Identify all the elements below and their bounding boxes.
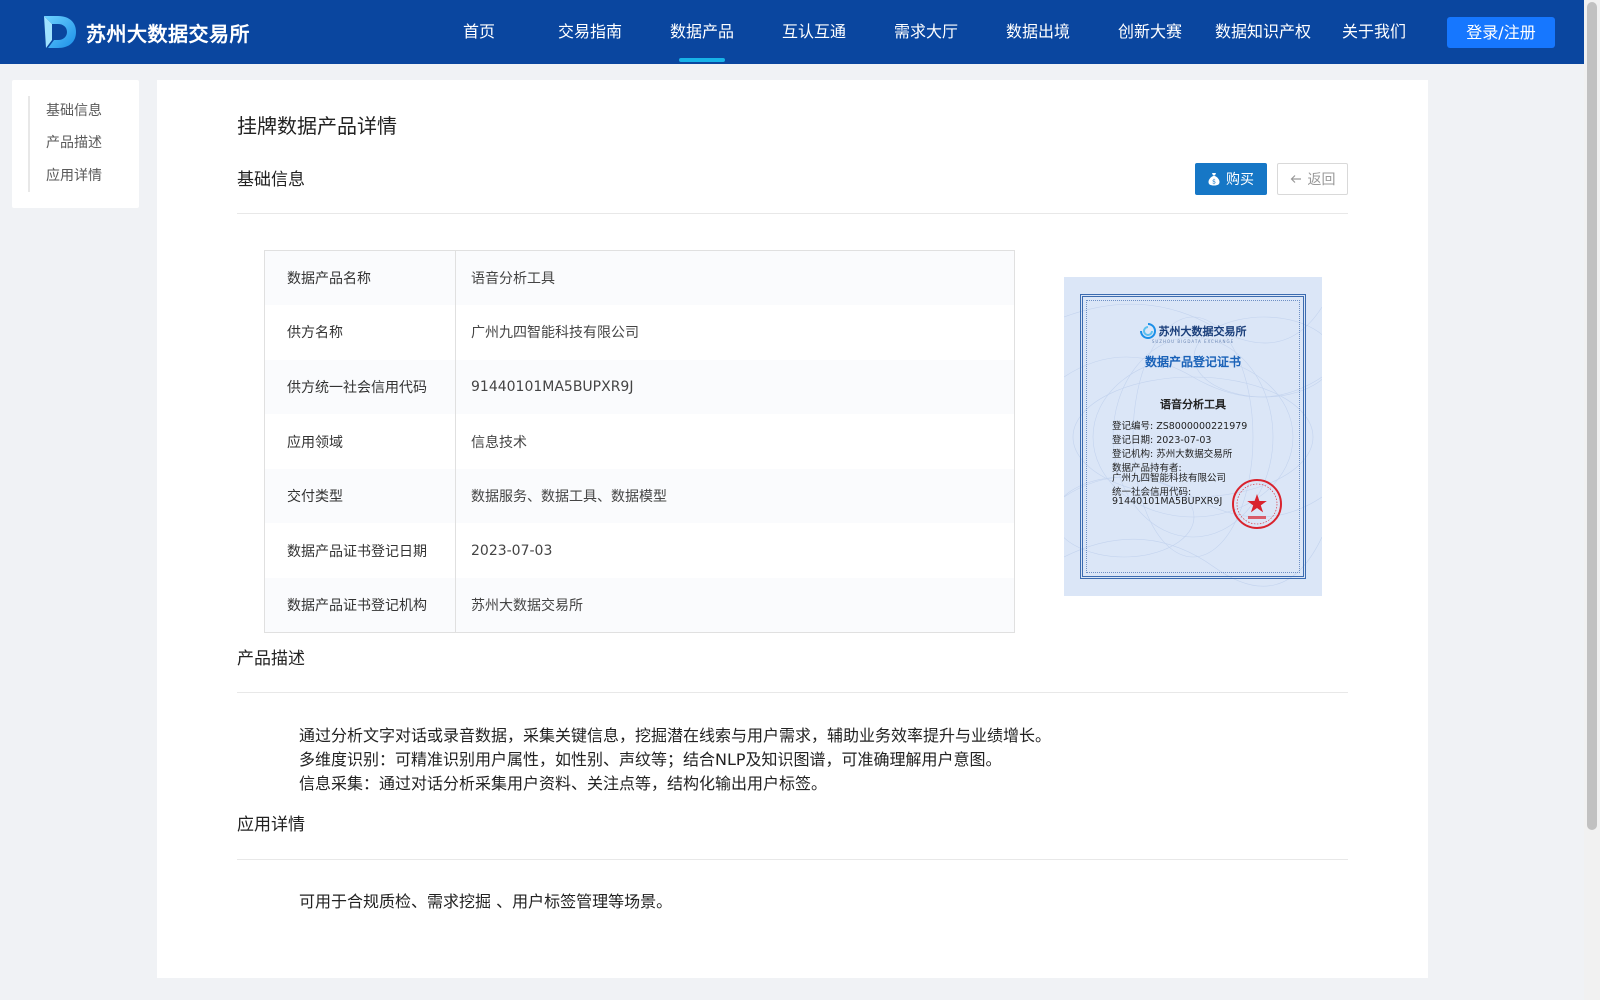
section-title-basic-info: 基础信息 bbox=[237, 170, 305, 190]
row-value: 信息技术 bbox=[471, 434, 527, 451]
arrow-left-icon bbox=[1290, 174, 1302, 184]
scrollbar-thumb[interactable] bbox=[1587, 2, 1597, 830]
row-value: 广州九四智能科技有限公司 bbox=[471, 325, 639, 342]
application-paragraph: 可用于合规质检、需求挖掘 、用户标签管理等场景。 bbox=[299, 892, 673, 911]
buy-button-label: 购买 bbox=[1226, 172, 1254, 188]
nav-item-data-products[interactable]: 数据产品 bbox=[669, 0, 735, 64]
row-label: 供方统一社会信用代码 bbox=[264, 359, 456, 415]
certificate-line: 登记编号: ZS8000000221979 bbox=[1112, 421, 1248, 432]
page-scrollbar[interactable] bbox=[1584, 0, 1600, 1000]
issuer-logo-icon bbox=[1139, 323, 1156, 339]
table-row: 数据产品证书登记日期 2023-07-03 bbox=[264, 523, 1015, 579]
nav-item-home[interactable]: 首页 bbox=[461, 0, 497, 64]
anchor-product-description[interactable]: 产品描述 bbox=[46, 132, 102, 152]
nav-item-mutual-recognition[interactable]: 互认互通 bbox=[781, 0, 847, 64]
anchor-line bbox=[28, 96, 30, 192]
table-row: 数据产品证书登记机构 苏州大数据交易所 bbox=[264, 578, 1015, 633]
brand-name: 苏州大数据交易所 bbox=[86, 21, 250, 46]
product-detail-card: 挂牌数据产品详情 基础信息 $ 购买 返回 数据产品名称 语音分析工具 供方名称… bbox=[157, 80, 1428, 978]
anchor-basic-info[interactable]: 基础信息 bbox=[46, 100, 102, 120]
table-row: 应用领域 信息技术 bbox=[264, 414, 1015, 469]
section-anchor-nav: 基础信息 产品描述 应用详情 bbox=[12, 80, 139, 208]
certificate-issuer-en: SUZHOU BIGDATA EXCHANGE bbox=[1151, 339, 1235, 344]
row-label: 数据产品证书登记机构 bbox=[264, 578, 456, 633]
row-value: 苏州大数据交易所 bbox=[455, 578, 1015, 633]
row-label: 数据产品名称 bbox=[264, 250, 456, 306]
page-title: 挂牌数据产品详情 bbox=[237, 114, 397, 138]
description-paragraph: 信息采集：通过对话分析采集用户资料、关注点等，结构化输出用户标签。 bbox=[299, 774, 828, 793]
row-label: 应用领域 bbox=[264, 414, 456, 469]
row-label: 供方名称 bbox=[264, 305, 456, 360]
certificate-title: 数据产品登记证书 bbox=[1144, 355, 1241, 369]
section-title-application-details: 应用详情 bbox=[237, 815, 305, 835]
divider bbox=[237, 692, 1348, 693]
basic-info-table: 数据产品名称 语音分析工具 供方名称 广州九四智能科技有限公司 供方统一社会信用… bbox=[264, 250, 1015, 634]
nav-item-demand-hall[interactable]: 需求大厅 bbox=[893, 0, 959, 64]
back-button[interactable]: 返回 bbox=[1277, 163, 1348, 195]
top-navigation-bar: 苏州大数据交易所 首页 交易指南 数据产品 互认互通 需求大厅 数据出境 创新大… bbox=[0, 0, 1584, 64]
row-value: 数据服务、数据工具、数据模型 bbox=[455, 468, 1015, 524]
table-row: 供方统一社会信用代码 91440101MA5BUPXR9J bbox=[264, 359, 1015, 415]
row-label: 数据产品证书登记日期 bbox=[264, 523, 456, 579]
certificate-line: 登记机构: 苏州大数据交易所 bbox=[1112, 449, 1233, 460]
section-title-product-description: 产品描述 bbox=[237, 649, 305, 669]
row-label: 交付类型 bbox=[264, 468, 456, 524]
nav-item-trading-guide[interactable]: 交易指南 bbox=[557, 0, 623, 64]
brand-logo-icon bbox=[40, 13, 78, 51]
official-seal-stamp bbox=[1232, 479, 1282, 529]
anchor-application-details[interactable]: 应用详情 bbox=[46, 165, 102, 185]
registration-certificate-image[interactable]: 苏州大数据交易所 SUZHOU BIGDATA EXCHANGE 数据产品登记证… bbox=[1064, 277, 1322, 596]
nav-item-about-us[interactable]: 关于我们 bbox=[1341, 0, 1407, 64]
divider bbox=[237, 859, 1348, 860]
row-value: 91440101MA5BUPXR9J bbox=[455, 359, 1015, 415]
brand-logo[interactable]: 苏州大数据交易所 bbox=[40, 13, 250, 51]
table-row: 交付类型 数据服务、数据工具、数据模型 bbox=[264, 468, 1015, 524]
nav-item-innovation-contest[interactable]: 创新大赛 bbox=[1117, 0, 1183, 64]
divider bbox=[237, 213, 1348, 214]
row-value: 2023-07-03 bbox=[471, 542, 553, 559]
buy-button[interactable]: $ 购买 bbox=[1195, 163, 1267, 195]
certificate-product-name: 语音分析工具 bbox=[1160, 398, 1226, 411]
certificate-issuer: 苏州大数据交易所 bbox=[1064, 323, 1322, 339]
nav-item-data-export[interactable]: 数据出境 bbox=[1005, 0, 1071, 64]
table-row: 数据产品名称 语音分析工具 bbox=[264, 250, 1015, 306]
certificate-line: 登记日期: 2023-07-03 bbox=[1112, 435, 1212, 446]
login-register-button[interactable]: 登录/注册 bbox=[1447, 17, 1555, 48]
nav-item-data-ip[interactable]: 数据知识产权 bbox=[1213, 0, 1313, 64]
back-button-label: 返回 bbox=[1307, 172, 1336, 188]
certificate-line: 91440101MA5BUPXR9J bbox=[1112, 496, 1223, 507]
description-paragraph: 通过分析文字对话或录音数据，采集关键信息，挖掘潜在线索与用户需求，辅助业务效率提… bbox=[299, 726, 1052, 745]
certificate-issuer-name: 苏州大数据交易所 bbox=[1158, 325, 1247, 338]
money-bag-icon: $ bbox=[1208, 172, 1220, 186]
svg-text:$: $ bbox=[1212, 179, 1216, 186]
description-paragraph: 多维度识别：可精准识别用户属性，如性别、声纹等；结合NLP及知识图谱，可准确理解… bbox=[299, 750, 1002, 769]
certificate-line: 广州九四智能科技有限公司 bbox=[1112, 473, 1227, 484]
row-value: 语音分析工具 bbox=[455, 250, 1015, 306]
table-row: 供方名称 广州九四智能科技有限公司 bbox=[264, 305, 1015, 360]
